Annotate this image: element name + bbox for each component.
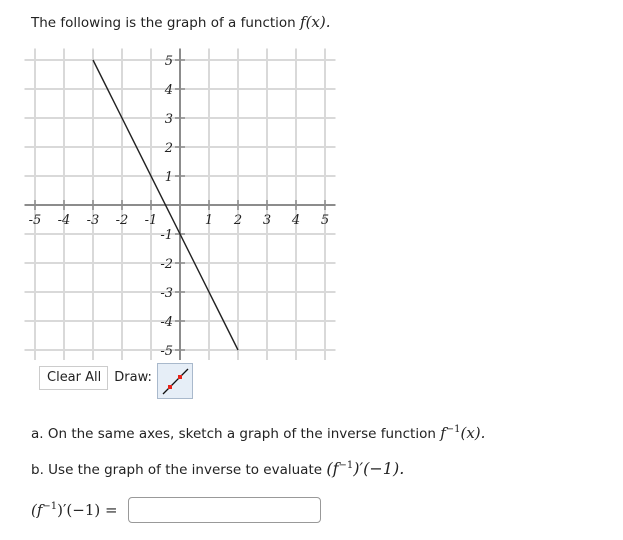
line-tool-button[interactable] (156, 363, 193, 399)
axes (24, 48, 336, 360)
draw-label: Draw: (114, 370, 152, 385)
x-tick-label: -3 (87, 213, 100, 228)
question-a: a. On the same axes, sketch a graph of t… (31, 424, 485, 442)
question-b: b. Use the graph of the inverse to evalu… (31, 459, 404, 478)
y-tick-label: -2 (160, 257, 173, 272)
y-tick-label: -5 (160, 344, 173, 359)
y-tick-label: 1 (165, 170, 173, 185)
question-b-text: b. Use the graph of the inverse to evalu… (31, 462, 327, 478)
y-tick-label: 2 (164, 141, 173, 156)
inverse-function-notation: f−1(x). (440, 424, 486, 442)
inverse-derivative-notation: (f−1)′(−1). (326, 459, 405, 478)
y-tick-label: 3 (165, 112, 173, 127)
x-tick-label: -4 (58, 213, 71, 228)
x-tick-label: 1 (205, 213, 213, 228)
graph-canvas[interactable]: -5 -4 -3 -2 -1 1 2 3 4 5 5 4 3 2 1 -1 -2 -3 -4 -5 (0, 0, 623, 360)
answer-row: (f−1)′(−1) = (31, 497, 321, 523)
y-tick-label: -4 (160, 315, 173, 330)
x-tick-label: -5 (29, 213, 42, 228)
graph-toolbar: Clear All Draw: (39, 363, 193, 402)
answer-label: (f−1)′(−1) = (31, 501, 118, 519)
answer-input[interactable] (127, 497, 321, 523)
x-tick-label: -1 (145, 213, 158, 228)
y-tick-label: 5 (165, 54, 173, 69)
line-segment-icon (162, 368, 189, 395)
x-tick-label: 5 (321, 213, 329, 228)
clear-all-button[interactable]: Clear All (39, 366, 109, 390)
y-tick-label: -3 (160, 286, 173, 301)
tick-labels: -5 -4 -3 -2 -1 1 2 3 4 5 5 4 3 2 1 -1 -2 -3 -4 -5 (29, 54, 329, 359)
x-tick-label: 4 (291, 213, 300, 228)
y-tick-label: -1 (160, 228, 173, 243)
y-tick-label: 4 (164, 83, 173, 98)
x-tick-label: -2 (116, 213, 129, 228)
question-a-text: a. On the same axes, sketch a graph of t… (31, 426, 441, 442)
x-tick-label: 3 (263, 213, 271, 228)
x-tick-label: 2 (233, 213, 242, 228)
